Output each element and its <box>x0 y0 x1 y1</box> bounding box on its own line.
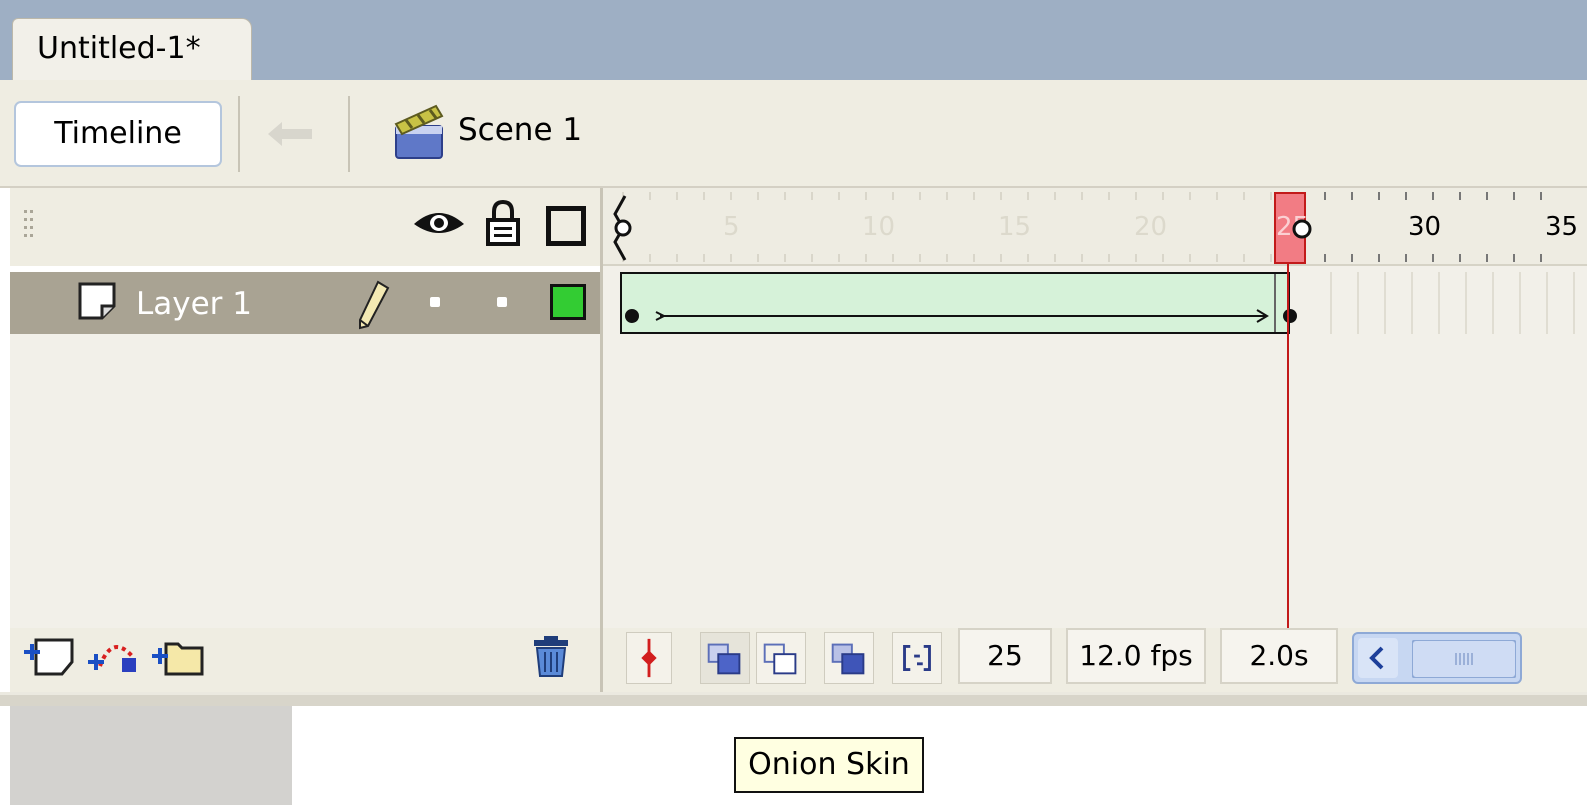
ruler-label: 30 <box>1408 212 1442 242</box>
scroll-thumb[interactable] <box>1412 640 1516 678</box>
scroll-left-icon[interactable] <box>1358 638 1398 678</box>
empty-frames[interactable] <box>1304 272 1587 334</box>
layer-icon <box>78 282 116 320</box>
scene-clapper-icon <box>394 104 444 159</box>
layer-outline-color[interactable] <box>550 284 586 320</box>
edit-multiple-frames-icon[interactable] <box>824 632 874 684</box>
onion-end-marker-icon[interactable] <box>1292 214 1316 244</box>
pencil-icon <box>359 280 390 330</box>
ruler-label: 10 <box>862 212 896 242</box>
edit-bar-separator <box>238 96 240 172</box>
tooltip: Onion Skin <box>734 737 924 793</box>
onion-skin-icon[interactable] <box>700 632 750 684</box>
lock-dot[interactable] <box>497 297 507 307</box>
panel-bottom-border <box>0 692 1587 706</box>
layer-list-area <box>10 334 602 628</box>
tween-arrow <box>625 274 1297 332</box>
ruler-label: 15 <box>998 212 1032 242</box>
center-frame-icon[interactable] <box>626 632 672 684</box>
workspace-gutter <box>10 706 292 805</box>
outline-icon[interactable] <box>546 206 586 246</box>
panel-grip-icon[interactable] <box>22 208 36 244</box>
document-tab[interactable]: Untitled-1* <box>12 18 252 82</box>
ruler-label: 20 <box>1134 212 1168 242</box>
eye-icon[interactable] <box>412 206 466 242</box>
current-frame-field[interactable]: 25 <box>958 628 1052 684</box>
playhead-line <box>1287 264 1289 628</box>
frame-rate-field[interactable]: 12.0 fps <box>1066 628 1206 684</box>
ruler-label: 35 <box>1545 212 1579 242</box>
document-tab-title: Untitled-1* <box>37 31 201 66</box>
back-arrow-icon[interactable] <box>266 120 314 148</box>
trash-icon[interactable] <box>530 634 572 678</box>
edit-bar-separator <box>348 96 350 172</box>
insert-layer-icon[interactable] <box>22 634 76 678</box>
layer-name[interactable]: Layer 1 <box>136 286 252 322</box>
add-motion-guide-icon[interactable] <box>86 634 140 678</box>
insert-folder-icon[interactable] <box>150 634 206 678</box>
timeline-button[interactable]: Timeline <box>14 101 222 167</box>
ruler-label: 5 <box>723 212 740 242</box>
scene-label[interactable]: Scene 1 <box>458 112 582 148</box>
elapsed-time-field: 2.0s <box>1220 628 1338 684</box>
lock-icon[interactable] <box>484 200 522 246</box>
modify-markers-icon[interactable] <box>892 632 942 684</box>
onion-skin-outlines-icon[interactable] <box>756 632 806 684</box>
visible-dot[interactable] <box>430 297 440 307</box>
